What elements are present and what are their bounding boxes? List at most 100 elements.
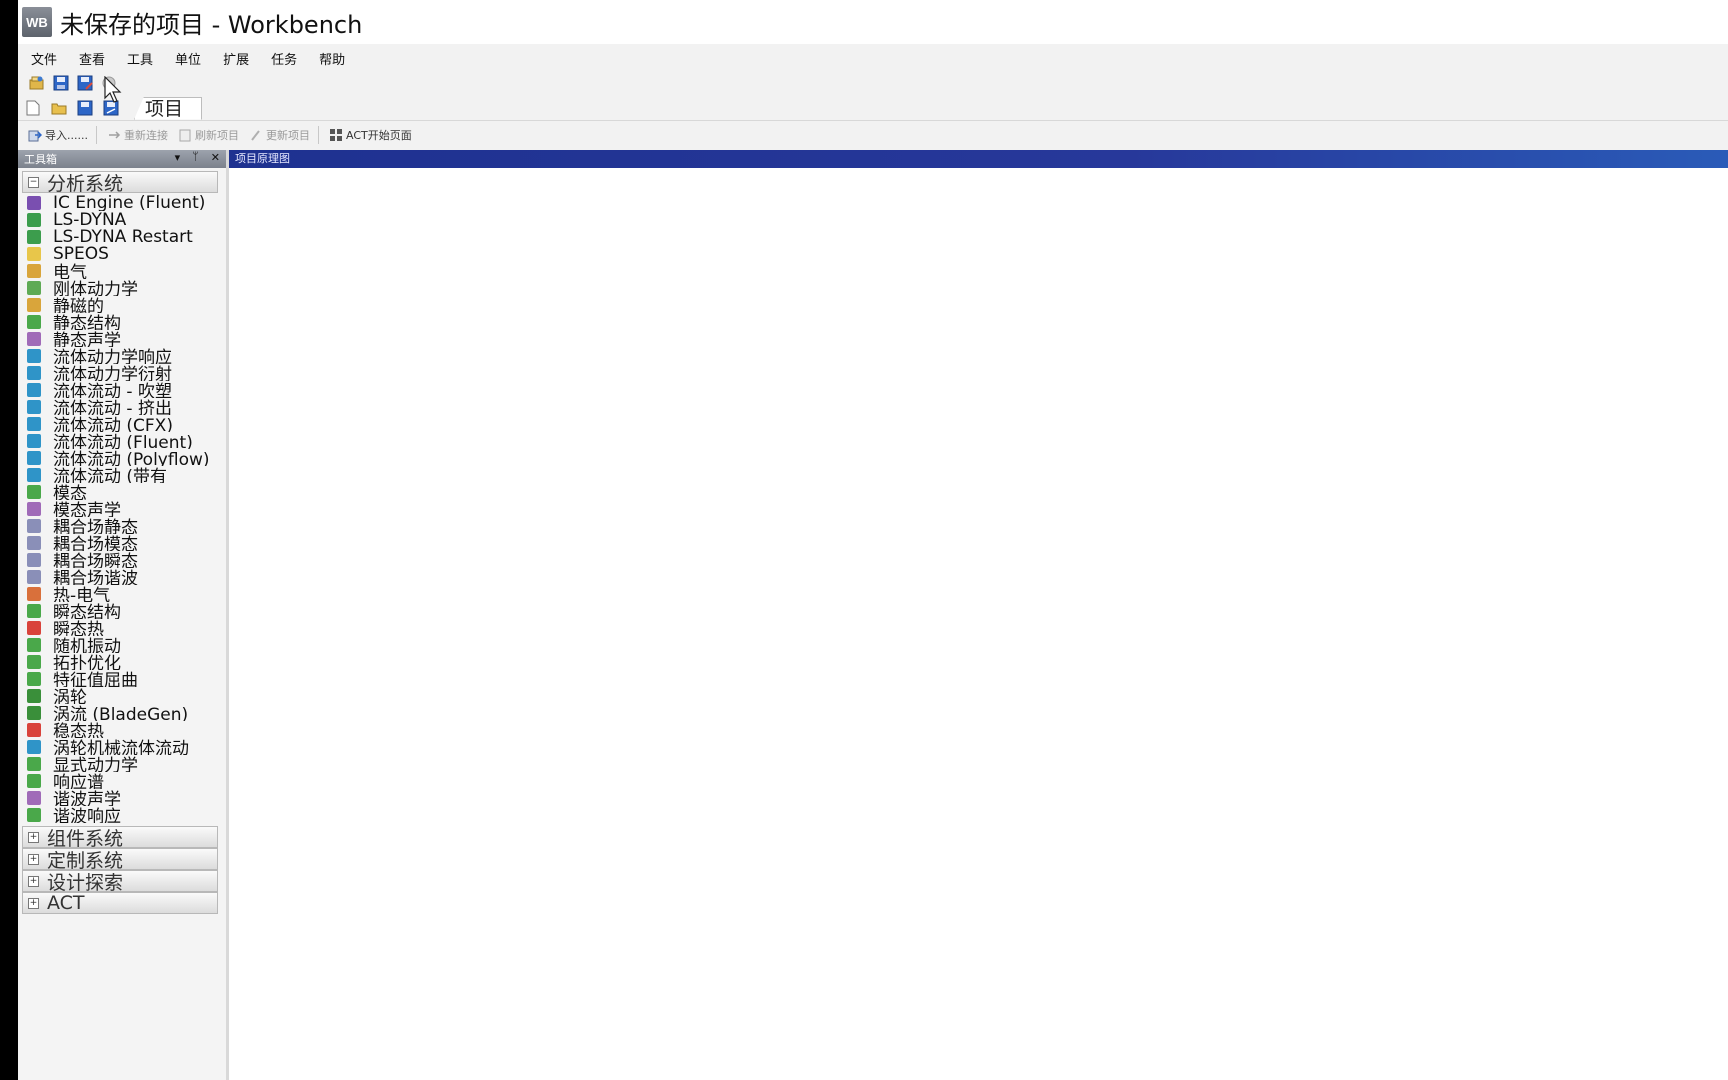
analysis-system-icon	[27, 195, 41, 210]
analysis-system-icon	[27, 348, 41, 363]
toolbox-item[interactable]: LS-DYNA	[27, 211, 217, 228]
reconnect-label: 重新连接	[123, 129, 168, 142]
toolbox-item[interactable]: 静磁的	[27, 296, 217, 313]
analysis-system-icon	[27, 756, 41, 771]
section-analysis-systems[interactable]: − 分析系统	[22, 171, 218, 195]
menu-help[interactable]: 帮助	[306, 49, 354, 68]
toolbox-item-label: 谐波响应	[53, 807, 121, 823]
analysis-system-icon	[27, 467, 41, 482]
toolbox-item[interactable]: 流体动力学衍射	[27, 364, 217, 381]
refresh-project-label: 刷新项目	[194, 129, 239, 142]
toolbox-item[interactable]: 耦合场瞬态	[27, 551, 217, 568]
save-icon[interactable]	[52, 74, 70, 92]
analysis-system-icon	[27, 331, 41, 346]
save-as-icon[interactable]	[76, 74, 94, 92]
toolbox-item-label: 静磁的	[53, 297, 104, 313]
act-start-page-button[interactable]: ACT开始页面	[329, 127, 412, 143]
section-design-exploration[interactable]: + 设计探索	[22, 870, 218, 894]
toolbox-item[interactable]: 模态声学	[27, 500, 217, 517]
analysis-system-icon	[27, 671, 41, 686]
toolbox-item[interactable]: IC Engine (Fluent)	[27, 194, 217, 211]
toolbox-item[interactable]: 响应谱	[27, 772, 217, 789]
toolbox-item[interactable]: 流体流动 (CFX)	[27, 415, 217, 432]
analysis-system-icon	[27, 382, 41, 397]
toolbox-title: 工具箱	[24, 154, 57, 166]
toolbox-item[interactable]: 涡轮机械流体流动	[27, 738, 217, 755]
open-project-icon[interactable]	[28, 74, 46, 92]
toolbox-item[interactable]: 耦合场模态	[27, 534, 217, 551]
toolbox-item[interactable]: 显式动力学	[27, 755, 217, 772]
menu-extensions[interactable]: 扩展	[210, 49, 258, 68]
open-folder-icon[interactable]	[48, 98, 70, 118]
toolbox-item[interactable]: 谐波声学	[27, 789, 217, 806]
toolbox-item[interactable]: 静态结构	[27, 313, 217, 330]
toolbox-item[interactable]: 涡轮	[27, 687, 217, 704]
toolbox-item[interactable]: 流体动力学响应	[27, 347, 217, 364]
analysis-system-icon	[27, 586, 41, 601]
project-schematic[interactable]: 项目原理图	[229, 150, 1728, 1080]
toolbox-item[interactable]: 拓扑优化	[27, 653, 217, 670]
menu-view[interactable]: 查看	[66, 49, 114, 68]
toolbox-item[interactable]: 耦合场谐波	[27, 568, 217, 585]
toolbox-item-label: 涡轮	[53, 688, 87, 704]
menu-file[interactable]: 文件	[18, 49, 66, 68]
pin-icon[interactable]: ᛘ	[192, 151, 199, 164]
toolbox-item-label: 耦合场静态	[53, 518, 138, 534]
project-toolbar: 项目	[18, 96, 1728, 121]
toolbox-item[interactable]: 耦合场静态	[27, 517, 217, 534]
toolbox-item-label: 刚体动力学	[53, 280, 138, 296]
close-icon[interactable]: ✕	[211, 151, 220, 164]
toolbox-item-label: 耦合场瞬态	[53, 552, 138, 568]
update-project-button[interactable]: 更新项目	[249, 127, 310, 143]
expand-icon[interactable]: +	[28, 875, 39, 887]
tab-project[interactable]: 项目	[134, 96, 203, 120]
toolbox-item[interactable]: LS-DYNA Restart	[27, 228, 217, 245]
toolbox-item-label: 响应谱	[53, 773, 104, 789]
toolbox-item[interactable]: 静态声学	[27, 330, 217, 347]
toolbox-item[interactable]: 热-电气	[27, 585, 217, 602]
menu-tools[interactable]: 工具	[114, 49, 162, 68]
toolbox-item[interactable]: 刚体动力学	[27, 279, 217, 296]
section-act[interactable]: + ACT	[22, 892, 218, 914]
toolbox-item[interactable]: 涡流 (BladeGen)	[27, 704, 217, 721]
toolbox-item[interactable]: 流体流动 - 吹塑	[27, 381, 217, 398]
toolbox-item[interactable]: 流体流动 (Fluent)	[27, 432, 217, 449]
toolbox-item[interactable]: 随机振动	[27, 636, 217, 653]
reconnect-button[interactable]: 重新连接	[107, 127, 168, 143]
toolbox-item[interactable]: 特征值屈曲	[27, 670, 217, 687]
import-icon	[28, 130, 42, 142]
toolbox-item[interactable]: 模态	[27, 483, 217, 500]
analysis-systems-list: IC Engine (Fluent) LS-DYNA LS-DYNA Restart…	[27, 194, 226, 823]
refresh-project-icon	[179, 129, 191, 142]
workbench-logo: WB	[22, 7, 52, 37]
expand-icon[interactable]: +	[28, 853, 39, 865]
analysis-system-icon	[27, 484, 41, 499]
menu-units[interactable]: 单位	[162, 49, 210, 68]
toolbox-item[interactable]: 流体流动 (Polyflow)	[27, 449, 217, 466]
panel-menu-icon[interactable]: ▾	[175, 151, 181, 164]
analysis-system-icon	[27, 722, 41, 737]
toolbox-item[interactable]: 瞬态热	[27, 619, 217, 636]
toolbox-item-label: 流体流动 (Polyflow)	[53, 450, 210, 466]
toolbox-item-label: 流体动力学响应	[53, 348, 172, 364]
toolbox-item[interactable]: 电气	[27, 262, 217, 279]
refresh-project-button[interactable]: 刷新项目	[178, 127, 239, 143]
toolbox-item[interactable]: SPEOS	[27, 245, 217, 262]
save-icon[interactable]	[74, 98, 96, 118]
toolbox-item-label: 流体流动 - 吹塑	[53, 382, 172, 398]
menu-jobs[interactable]: 任务	[258, 49, 306, 68]
toolbox-item[interactable]: 流体流动 - 挤出	[27, 398, 217, 415]
toolbox-item[interactable]: 流体流动 (带有	[27, 466, 217, 483]
import-button[interactable]: 导入......	[28, 127, 88, 143]
expand-icon[interactable]: +	[28, 831, 39, 843]
toolbox-item[interactable]: 瞬态结构	[27, 602, 217, 619]
toolbox-item-label: 流体流动 (Fluent)	[53, 433, 193, 449]
collapse-icon[interactable]: −	[28, 176, 39, 188]
toolbox-item[interactable]: 谐波响应	[27, 806, 217, 823]
toolbox-item-label: 特征值屈曲	[53, 671, 138, 687]
toolbox-item-label: 瞬态热	[53, 620, 104, 636]
new-icon[interactable]	[22, 98, 44, 118]
analysis-system-icon	[27, 790, 41, 805]
toolbox-item[interactable]: 稳态热	[27, 721, 217, 738]
expand-icon[interactable]: +	[28, 897, 39, 909]
